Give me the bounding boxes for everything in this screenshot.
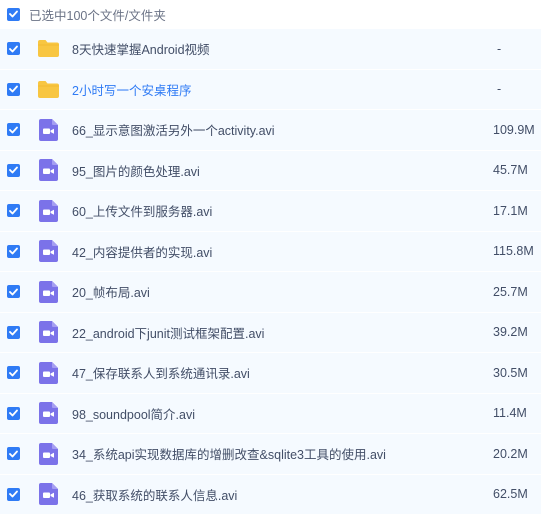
check-icon [9,126,18,134]
video-file-icon [39,199,58,222]
check-icon [9,10,18,18]
file-size: 39.2M [493,325,528,340]
file-row[interactable]: 98_soundpool简介.avi 11.4M [0,392,541,433]
file-name[interactable]: 34_系统api实现数据库的增删改查&sqlite3工具的使用.avi [72,444,493,463]
file-row[interactable]: 22_android下junit测试框架配置.avi 39.2M [0,311,541,352]
file-name[interactable]: 66_显示意图激活另外一个activity.avi [72,120,493,139]
video-file-icon [39,483,58,506]
video-file-icon [39,442,58,465]
check-icon [9,328,18,336]
video-icon-wrap [37,199,60,222]
video-icon-wrap [37,280,60,303]
row-checkbox[interactable] [7,123,20,137]
check-icon [9,85,18,93]
video-file-icon [39,240,58,263]
video-icon-wrap [37,118,60,141]
file-name[interactable]: 42_内容提供者的实现.avi [72,242,493,261]
file-name[interactable]: 95_图片的颜色处理.avi [72,161,493,180]
video-icon-wrap [37,442,60,465]
file-name[interactable]: 47_保存联系人到系统通讯录.avi [72,363,493,382]
video-icon-wrap [37,402,60,425]
check-icon [9,450,18,458]
check-icon [9,166,18,174]
file-size: 30.5M [493,365,528,380]
file-size: 115.8M [493,244,534,259]
file-row[interactable]: 8天快速掌握Android视频 - [0,28,541,69]
video-file-icon [39,118,58,141]
selection-header: 已选中100个文件/文件夹 [0,0,541,28]
row-checkbox[interactable] [7,487,20,501]
row-checkbox[interactable] [7,447,20,461]
file-list: 8天快速掌握Android视频 -2小时写一个安桌程序 -66_显示意图激活另外一个… [0,28,541,514]
file-row[interactable]: 47_保存联系人到系统通讯录.avi 30.5M [0,352,541,393]
folder-icon-wrap [37,38,60,60]
select-all-checkbox[interactable] [7,7,20,21]
row-checkbox[interactable] [7,285,20,299]
row-checkbox[interactable] [7,366,20,380]
folder-icon-wrap [37,78,60,100]
video-file-icon [39,361,58,384]
row-checkbox[interactable] [7,244,20,258]
file-size: - [497,41,502,56]
file-size: 62.5M [493,487,528,502]
row-checkbox[interactable] [7,82,20,96]
file-size: 45.7M [493,163,528,178]
file-name[interactable]: 20_帧布局.avi [72,282,493,301]
file-row[interactable]: 95_图片的颜色处理.avi 45.7M [0,149,541,190]
check-icon [9,490,18,498]
file-row[interactable]: 46_获取系统的联系人信息.avi 62.5M [0,473,541,514]
row-checkbox[interactable] [7,163,20,177]
check-icon [9,288,18,296]
file-name[interactable]: 60_上传文件到服务器.avi [72,201,493,220]
file-name[interactable]: 22_android下junit测试框架配置.avi [72,323,493,342]
file-row[interactable]: 42_内容提供者的实现.avi 115.8M [0,230,541,271]
check-icon [9,207,18,215]
video-file-icon [39,402,58,425]
file-name[interactable]: 8天快速掌握Android视频 [72,39,493,58]
row-checkbox[interactable] [7,325,20,339]
check-icon [9,369,18,377]
video-icon-wrap [37,483,60,506]
file-size: 25.7M [493,284,528,299]
check-icon [9,45,18,53]
file-name[interactable]: 46_获取系统的联系人信息.avi [72,485,493,504]
row-checkbox[interactable] [7,42,20,56]
file-size: 17.1M [493,203,528,218]
video-icon-wrap [37,240,60,263]
file-size: 20.2M [493,446,528,461]
selection-count-label: 已选中100个文件/文件夹 [29,8,166,23]
file-name[interactable]: 2小时写一个安桌程序 [72,80,493,99]
file-row[interactable]: 34_系统api实现数据库的增删改查&sqlite3工具的使用.avi 20.2M [0,433,541,474]
check-icon [9,247,18,255]
file-row[interactable]: 2小时写一个安桌程序 - [0,68,541,109]
video-icon-wrap [37,159,60,182]
check-icon [9,409,18,417]
video-file-icon [39,280,58,303]
file-row[interactable]: 20_帧布局.avi 25.7M [0,271,541,312]
row-checkbox[interactable] [7,204,20,218]
file-size: 11.4M [493,406,527,421]
folder-icon [38,80,59,98]
folder-icon [38,40,59,58]
file-row[interactable]: 60_上传文件到服务器.avi 17.1M [0,190,541,231]
video-file-icon [39,159,58,182]
row-checkbox[interactable] [7,406,20,420]
file-row[interactable]: 66_显示意图激活另外一个activity.avi 109.9M [0,109,541,150]
video-icon-wrap [37,361,60,384]
file-size: 109.9M [493,122,535,137]
video-icon-wrap [37,321,60,344]
video-file-icon [39,321,58,344]
file-name[interactable]: 98_soundpool简介.avi [72,404,493,423]
file-size: - [497,82,502,97]
